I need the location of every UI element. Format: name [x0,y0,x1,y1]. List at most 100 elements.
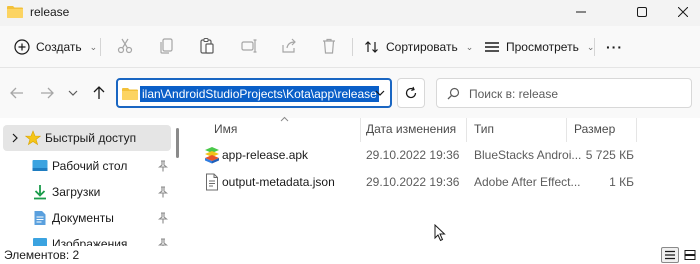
view-icon [485,42,499,52]
plus-circle-icon [14,39,30,55]
status-bar: Элементов: 2 [0,246,700,264]
file-size: 1 КБ [609,175,634,189]
navigation-bar: ilan\AndroidStudioProjects\Kota\app\rele… [0,68,700,118]
file-name: app-release.apk [222,148,309,162]
maximize-button[interactable] [625,0,659,24]
star-icon [25,130,41,146]
toolbar-divider [100,38,101,56]
details-view-icon [665,250,675,260]
rename-icon[interactable] [240,37,258,55]
close-button[interactable] [666,0,700,24]
sidebar-item-downloads[interactable]: Загрузки [0,179,172,205]
paste-icon[interactable] [198,37,216,55]
back-button[interactable] [8,84,26,102]
documents-icon [34,211,46,225]
column-header-name[interactable]: Имя [214,122,237,136]
cut-icon[interactable] [116,37,134,55]
download-icon [34,185,46,200]
copy-icon[interactable] [158,37,176,55]
maximize-icon [637,7,647,17]
file-size: 5 725 КБ [585,148,634,162]
view-label: Просмотреть [506,40,579,54]
sidebar-item-quick-access[interactable]: Быстрый доступ [3,125,171,151]
sidebar-item-documents[interactable]: Документы [0,205,172,231]
bluestacks-icon [205,147,219,164]
arrow-left-icon [10,87,23,99]
forward-button[interactable] [38,84,56,102]
sidebar-item-label: Загрузки [52,185,101,199]
close-icon [678,7,688,17]
sort-label: Сортировать [386,40,458,54]
arrow-up-icon [93,86,105,99]
file-type: BlueStacks Androi... [474,148,582,162]
navigation-pane: Быстрый доступ Рабочий стол Загрузки Док… [0,118,185,246]
table-row[interactable]: app-release.apk 29.10.2022 19:36 BlueSta… [198,142,638,168]
chevron-down-icon [68,90,78,96]
more-options-button[interactable]: ··· [606,36,623,58]
toolbar-divider [594,38,595,56]
address-path[interactable]: ilan\AndroidStudioProjects\Kota\app\rele… [140,86,379,102]
folder-icon [122,88,138,100]
column-divider[interactable] [360,118,361,142]
sort-button[interactable]: Сортировать ⌄ [364,36,473,58]
sidebar-item-label: Рабочий стол [52,159,128,173]
column-header-date[interactable]: Дата изменения [366,122,456,136]
chevron-right-icon[interactable] [11,133,19,143]
chevron-down-icon: ⌄ [89,41,98,52]
item-count: Элементов: 2 [4,248,80,262]
sidebar-item-pictures[interactable]: Изображения [0,231,172,246]
folder-icon [7,6,23,18]
view-button[interactable]: Просмотреть ⌄ [484,36,594,58]
tiles-view-button[interactable] [681,247,699,263]
desktop-icon [32,160,48,171]
tiles-view-icon [684,250,696,260]
sort-ascending-icon [280,116,289,122]
pin-icon[interactable] [158,238,168,246]
pin-icon[interactable] [158,160,168,172]
column-divider[interactable] [636,118,637,142]
minimize-icon [576,11,586,13]
table-row[interactable]: output-metadata.json 29.10.2022 19:36 Ad… [198,169,638,195]
share-icon[interactable] [280,37,298,55]
minimize-button[interactable] [564,0,598,24]
column-divider[interactable] [466,118,467,142]
search-icon [447,87,460,100]
arrow-right-icon [41,87,54,99]
file-date: 29.10.2022 19:36 [366,175,460,189]
file-type: Adobe After Effect... [474,175,581,189]
sidebar-item-label: Быстрый доступ [45,131,137,145]
address-bar[interactable]: ilan\AndroidStudioProjects\Kota\app\rele… [116,78,392,108]
sort-icon [365,41,378,53]
command-bar: Создать ⌄ Сортировать ⌄ Просмотреть ⌄ ··… [0,26,700,68]
search-placeholder: Поиск в: release [469,87,558,101]
toolbar-divider [352,38,353,56]
json-file-icon [206,173,218,191]
refresh-button[interactable] [397,78,425,108]
refresh-icon [405,86,417,99]
search-box[interactable]: Поиск в: release [436,78,692,108]
sidebar-item-label: Документы [52,211,114,225]
chevron-down-icon[interactable] [374,87,386,99]
chevron-down-icon: ⌄ [465,41,474,52]
pictures-icon [33,238,47,246]
file-date: 29.10.2022 19:36 [366,148,460,162]
column-divider[interactable] [566,118,567,142]
title-bar: release [0,0,700,26]
sidebar-item-label: Изображения [52,237,128,246]
delete-icon[interactable] [320,37,338,55]
file-name: output-metadata.json [222,175,335,189]
create-button[interactable]: Создать ⌄ [14,36,97,58]
up-button[interactable] [90,84,108,102]
column-header-size[interactable]: Размер [574,122,615,136]
pin-icon[interactable] [158,186,168,198]
mouse-cursor-icon [434,224,446,242]
more-icon: ··· [606,39,623,55]
sidebar-item-desktop[interactable]: Рабочий стол [0,153,172,179]
details-view-button[interactable] [661,247,679,263]
window-title: release [30,5,70,19]
create-label: Создать [36,40,82,54]
recent-locations-button[interactable] [64,84,82,102]
pin-icon[interactable] [158,212,168,224]
sidebar-scrollbar[interactable] [176,128,179,158]
column-header-type[interactable]: Тип [474,122,494,136]
